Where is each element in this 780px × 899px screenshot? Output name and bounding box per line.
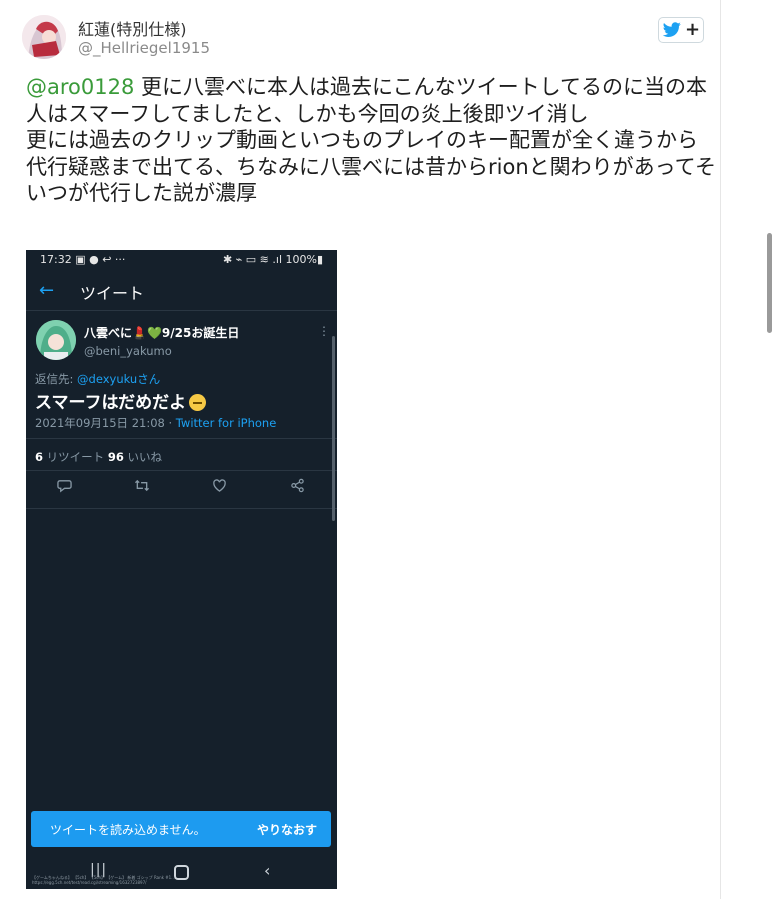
author-avatar[interactable]	[22, 15, 66, 59]
column-divider	[720, 0, 721, 899]
screenshot-watermark: 【ゲームちゃんねる】 【5ch】 【5ch】 【ゲーム】 新着 ゴシップ Ran…	[32, 875, 176, 885]
like-icon	[212, 478, 227, 497]
follow-button[interactable]: +	[658, 17, 704, 43]
mention-link[interactable]: @aro0128	[26, 75, 134, 99]
page-scrollbar[interactable]	[767, 233, 772, 333]
expressionless-emoji-icon	[189, 394, 207, 411]
status-indicators: ✱ ⌁ ▭ ≋ .ıl 100%▮	[222, 253, 323, 266]
quoted-name: 八雲べに💄💚9/25お誕生日	[84, 326, 240, 340]
retweet-icon	[134, 478, 150, 497]
error-snackbar: ツイートを読み込めません。 やりなおす	[31, 811, 331, 847]
quoted-avatar	[36, 320, 76, 360]
tweet-text: @aro0128 更に八雲べに本人は過去にこんなツイートしてるのに当の本人はスマ…	[26, 74, 716, 207]
back-arrow-icon: ←	[39, 280, 55, 301]
reply-icon	[57, 478, 72, 497]
phone-status-bar: 17:32 ▣ ● ↩ ··· ✱ ⌁ ▭ ≋ .ıl 100%▮	[26, 250, 337, 270]
snackbar-retry: やりなおす	[256, 823, 317, 837]
stats-divider-bottom	[26, 470, 337, 471]
share-icon	[290, 478, 305, 497]
tweet-embed: 紅蓮(特別仕様) @_Hellriegel1915 + @aro0128 更に八…	[0, 0, 780, 899]
quoted-handle: @beni_yakumo	[84, 344, 172, 358]
stats-divider-top	[26, 438, 337, 439]
avatar-image-icon	[22, 15, 66, 59]
follow-plus-label: +	[684, 19, 701, 40]
engagement-stats: 6 リツイート 96 いいね	[35, 450, 162, 464]
action-bar	[26, 478, 337, 500]
nav-back-icon: ‹	[264, 861, 271, 880]
status-time: 17:32 ▣ ● ↩ ···	[40, 253, 126, 266]
author-handle[interactable]: @_Hellriegel1915	[78, 39, 210, 57]
quoted-tweet-text: スマーフはだめだよ	[35, 388, 207, 413]
author-name[interactable]: 紅蓮(特別仕様)	[78, 16, 187, 40]
more-options-icon: ⋮	[318, 324, 330, 338]
twitter-bird-icon	[662, 22, 681, 37]
screenshot-header: ← ツイート	[26, 272, 337, 311]
snackbar-message: ツイートを読み込めません。	[50, 823, 206, 837]
attached-screenshot[interactable]: 17:32 ▣ ● ↩ ··· ✱ ⌁ ▭ ≋ .ıl 100%▮ ← ツイート…	[26, 250, 337, 889]
screenshot-scrollbar-icon	[332, 336, 335, 521]
avatar-image-icon	[36, 320, 76, 360]
screenshot-title: ツイート	[80, 284, 145, 303]
quoted-timestamp: 2021年09月15日 21:08 · Twitter for iPhone	[35, 416, 277, 430]
actions-divider	[26, 508, 337, 509]
reply-to-line: 返信先: @dexyukuさん	[35, 372, 161, 386]
